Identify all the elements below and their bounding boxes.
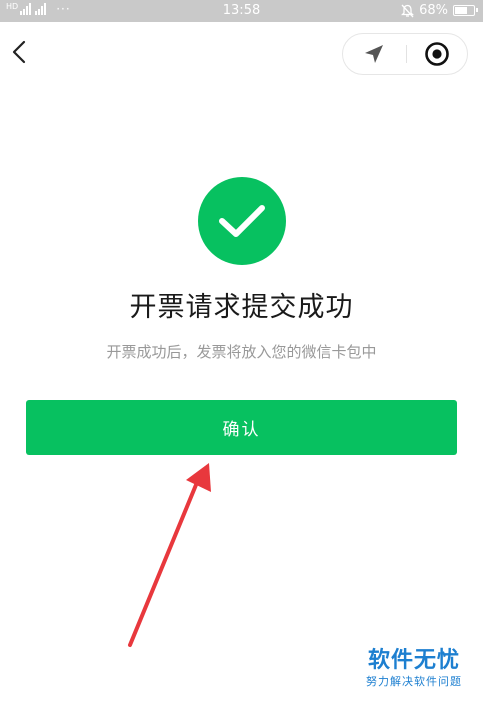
watermark-main: 软件无忧 — [367, 648, 460, 673]
watermark-sub: 努力解决软件问题 — [366, 675, 462, 688]
annotation-arrow — [128, 463, 211, 647]
watermark: 软件无忧 努力解决软件问题 — [358, 648, 470, 690]
